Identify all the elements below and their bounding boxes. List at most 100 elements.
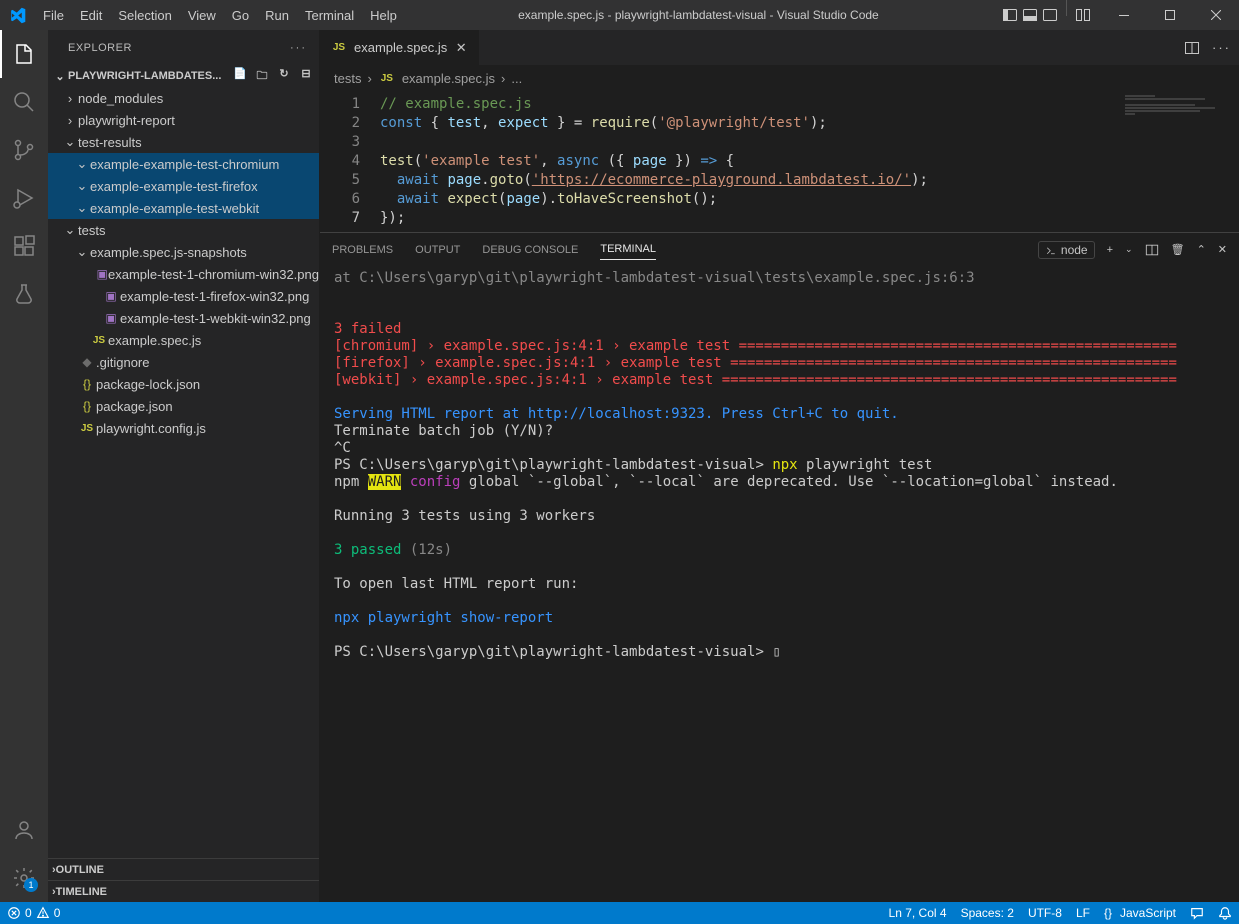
refresh-icon[interactable]: ↻: [275, 67, 293, 86]
settings-badge: 1: [24, 878, 38, 892]
customize-layout-icon[interactable]: [1073, 0, 1093, 30]
file-package-json[interactable]: {}package.json: [48, 395, 319, 417]
close-panel-icon[interactable]: ✕: [1218, 243, 1227, 256]
status-bell-icon[interactable]: [1211, 902, 1239, 924]
git-icon: ◆: [78, 355, 96, 369]
sidebar-title: EXPLORER: [68, 42, 132, 54]
titlebar: File Edit Selection View Go Run Terminal…: [0, 0, 1239, 30]
tab-problems[interactable]: PROBLEMS: [332, 240, 393, 260]
file-playwright-config[interactable]: JSplaywright.config.js: [48, 417, 319, 439]
sidebar: EXPLORER ··· ⌄ PLAYWRIGHT-LAMBDATES... 📄…: [48, 30, 320, 902]
image-icon: ▣: [102, 311, 120, 325]
kill-terminal-icon[interactable]: 🗑: [1171, 243, 1185, 256]
minimap[interactable]: [1125, 95, 1225, 115]
folder-test-results[interactable]: ⌄test-results: [48, 131, 319, 153]
more-actions-icon[interactable]: ···: [1212, 40, 1231, 55]
folder-chromium[interactable]: ⌄example-example-test-chromium: [48, 153, 319, 175]
file-example-spec[interactable]: JSexample.spec.js: [48, 329, 319, 351]
terminal-selector[interactable]: node: [1038, 241, 1095, 259]
image-icon: ▣: [102, 289, 120, 303]
outline-section[interactable]: ›OUTLINE: [48, 858, 319, 880]
status-encoding[interactable]: UTF-8: [1021, 902, 1069, 924]
new-file-icon[interactable]: 📄: [231, 67, 249, 86]
panel: PROBLEMS OUTPUT DEBUG CONSOLE TERMINAL n…: [320, 232, 1239, 670]
activity-search-icon[interactable]: [0, 78, 48, 126]
tab-label: example.spec.js: [354, 40, 447, 55]
activity-accounts-icon[interactable]: [0, 806, 48, 854]
maximize-panel-icon[interactable]: ⌃: [1197, 243, 1206, 256]
layout-panel-icon[interactable]: [1020, 0, 1040, 30]
folder-tests[interactable]: ⌄tests: [48, 219, 319, 241]
sidebar-more-icon[interactable]: ···: [290, 42, 307, 54]
json-icon: {}: [78, 399, 96, 413]
js-icon: JS: [330, 42, 348, 53]
status-language[interactable]: {}JavaScript: [1097, 902, 1183, 924]
tab-terminal[interactable]: TERMINAL: [600, 239, 656, 260]
explorer-section-header[interactable]: ⌄ PLAYWRIGHT-LAMBDATES... 📄 🗀 ↻ ⊟: [48, 65, 319, 87]
folder-firefox[interactable]: ⌄example-example-test-firefox: [48, 175, 319, 197]
activity-run-debug-icon[interactable]: [0, 174, 48, 222]
menu-terminal[interactable]: Terminal: [297, 0, 362, 30]
activity-testing-icon[interactable]: [0, 270, 48, 318]
tab-example-spec[interactable]: JS example.spec.js ✕: [320, 30, 480, 65]
minimize-button[interactable]: [1101, 0, 1147, 30]
activity-settings-icon[interactable]: 1: [0, 854, 48, 902]
folder-playwright-report[interactable]: ›playwright-report: [48, 109, 319, 131]
file-tree: ›node_modules ›playwright-report ⌄test-r…: [48, 87, 319, 858]
tab-debug-console[interactable]: DEBUG CONSOLE: [482, 240, 578, 260]
status-bar: 0 0 Ln 7, Col 4 Spaces: 2 UTF-8 LF {}Jav…: [0, 902, 1239, 924]
tab-output[interactable]: OUTPUT: [415, 240, 460, 260]
layout-sidebar-right-icon[interactable]: [1040, 0, 1060, 30]
split-terminal-icon[interactable]: [1145, 243, 1159, 257]
menu-help[interactable]: Help: [362, 0, 405, 30]
project-name: PLAYWRIGHT-LAMBDATES...: [68, 70, 221, 82]
image-icon: ▣: [96, 267, 108, 281]
status-feedback-icon[interactable]: [1183, 902, 1211, 924]
folder-webkit[interactable]: ⌄example-example-test-webkit: [48, 197, 319, 219]
activity-bar: 1: [0, 30, 48, 902]
js-icon: JS: [90, 335, 108, 346]
editor-tabs: JS example.spec.js ✕ ···: [320, 30, 1239, 65]
status-errors[interactable]: 0 0: [0, 902, 67, 924]
menu-run[interactable]: Run: [257, 0, 297, 30]
js-icon: JS: [78, 423, 96, 434]
new-folder-icon[interactable]: 🗀: [253, 67, 271, 86]
menu-go[interactable]: Go: [224, 0, 257, 30]
collapse-icon[interactable]: ⊟: [297, 67, 315, 86]
activity-source-control-icon[interactable]: [0, 126, 48, 174]
folder-node-modules[interactable]: ›node_modules: [48, 87, 319, 109]
file-snap1[interactable]: ▣example-test-1-chromium-win32.png: [48, 263, 319, 285]
close-icon[interactable]: ✕: [453, 40, 469, 56]
menu-view[interactable]: View: [180, 0, 224, 30]
status-spaces[interactable]: Spaces: 2: [954, 902, 1021, 924]
new-terminal-icon[interactable]: +: [1107, 244, 1113, 256]
status-eol[interactable]: LF: [1069, 902, 1097, 924]
terminal-dropdown-icon[interactable]: ⌄: [1125, 244, 1133, 255]
menu-selection[interactable]: Selection: [110, 0, 179, 30]
split-editor-icon[interactable]: [1184, 40, 1200, 56]
window-title: example.spec.js - playwright-lambdatest-…: [405, 8, 992, 22]
folder-snapshots[interactable]: ⌄example.spec.js-snapshots: [48, 241, 319, 263]
activity-extensions-icon[interactable]: [0, 222, 48, 270]
status-cursor-position[interactable]: Ln 7, Col 4: [882, 902, 954, 924]
vscode-logo-icon: [0, 7, 35, 24]
file-gitignore[interactable]: ◆.gitignore: [48, 351, 319, 373]
close-button[interactable]: [1193, 0, 1239, 30]
layout-sidebar-left-icon[interactable]: [1000, 0, 1020, 30]
file-snap2[interactable]: ▣example-test-1-firefox-win32.png: [48, 285, 319, 307]
activity-explorer-icon[interactable]: [0, 30, 48, 78]
js-icon: JS: [378, 73, 396, 84]
timeline-section[interactable]: ›TIMELINE: [48, 880, 319, 902]
editor-area: JS example.spec.js ✕ ··· tests› JS examp…: [320, 30, 1239, 902]
breadcrumb[interactable]: tests› JS example.spec.js› ...: [320, 65, 1239, 91]
maximize-button[interactable]: [1147, 0, 1193, 30]
chevron-down-icon: ⌄: [52, 70, 68, 83]
terminal-content[interactable]: at C:\Users\garyp\git\playwright-lambdat…: [320, 266, 1239, 670]
json-icon: {}: [78, 377, 96, 391]
file-snap3[interactable]: ▣example-test-1-webkit-win32.png: [48, 307, 319, 329]
menu-bar: File Edit Selection View Go Run Terminal…: [35, 0, 405, 30]
code-editor[interactable]: 1// example.spec.js 2const { test, expec…: [320, 91, 1239, 232]
file-package-lock[interactable]: {}package-lock.json: [48, 373, 319, 395]
menu-file[interactable]: File: [35, 0, 72, 30]
menu-edit[interactable]: Edit: [72, 0, 110, 30]
